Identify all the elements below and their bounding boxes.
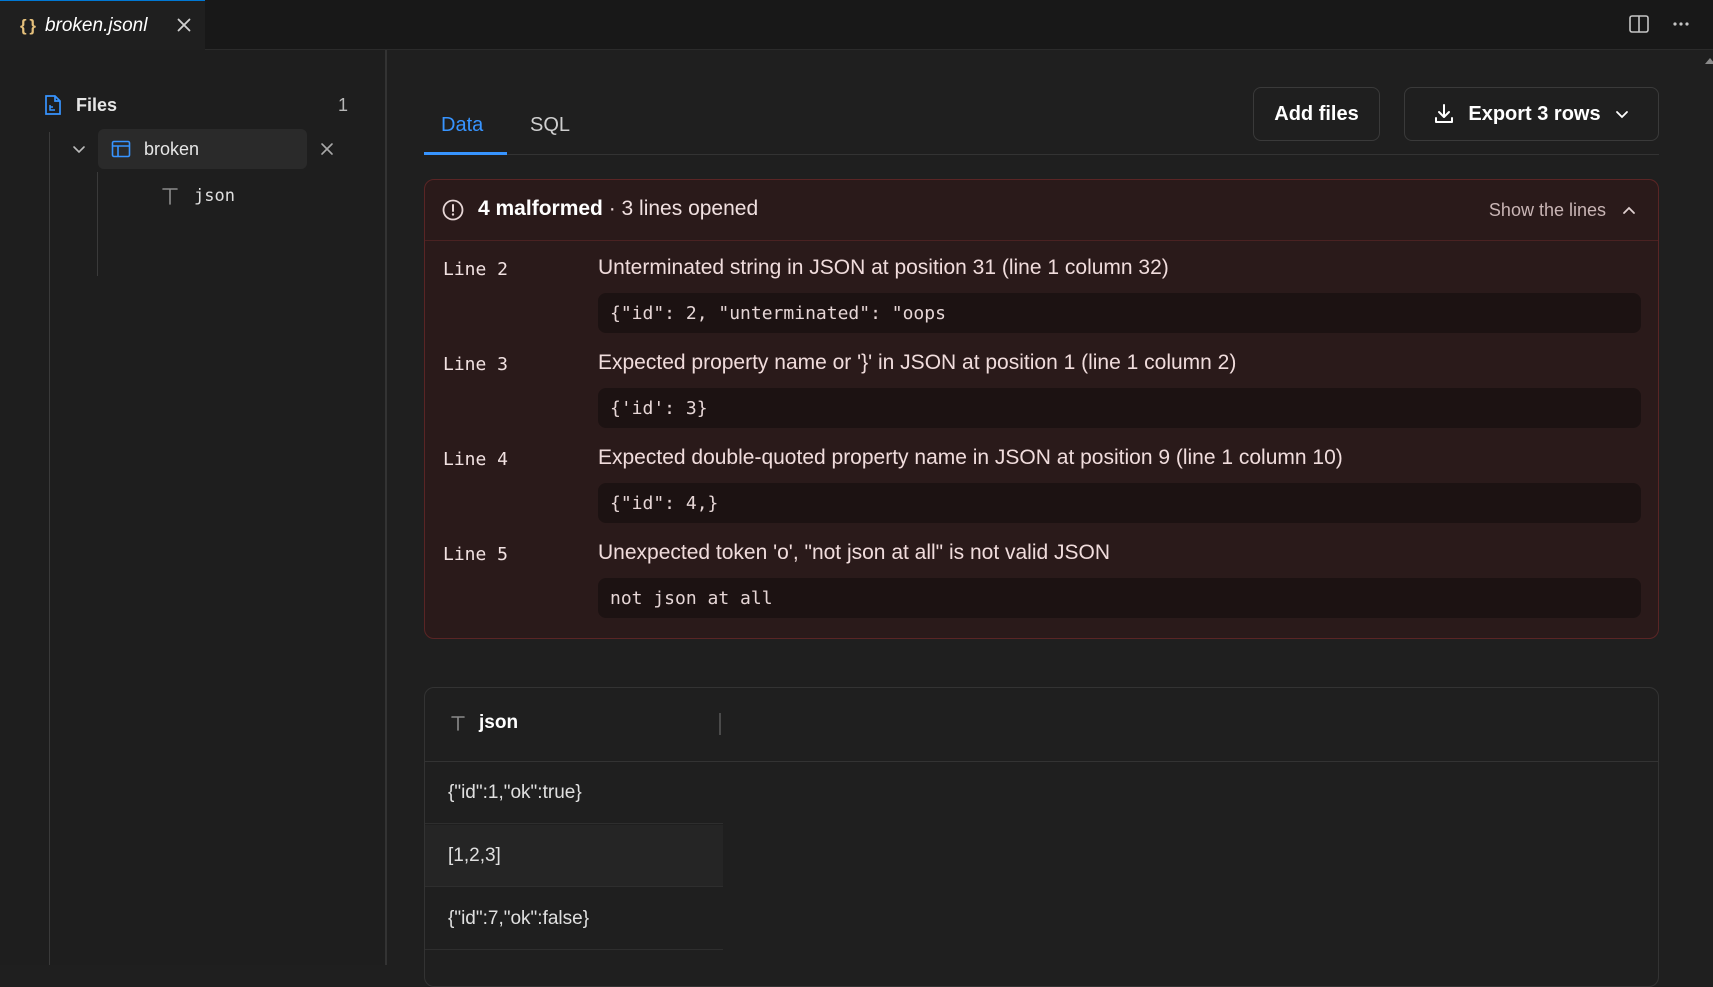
malformed-lines-panel: 4 malformed · 3 lines opened Show the li… <box>424 179 1659 639</box>
scroll-up-arrow[interactable] <box>1705 58 1713 64</box>
table-item-broken[interactable]: broken <box>66 129 346 169</box>
grid-header: json <box>425 688 1658 762</box>
column-name: json <box>194 186 235 206</box>
error-message: Expected property name or '}' in JSON at… <box>598 351 1237 374</box>
malformed-line-item: Line 5 Unexpected token 'o', "not json a… <box>425 541 1658 639</box>
editor-tab-title: broken.jsonl <box>44 14 148 36</box>
download-icon <box>1435 104 1454 123</box>
table-icon <box>111 140 131 158</box>
error-message: Expected double-quoted property name in … <box>598 446 1343 469</box>
tab-sql[interactable]: SQL <box>530 114 570 154</box>
error-message: Unterminated string in JSON at position … <box>598 256 1169 279</box>
chevron-down-icon[interactable] <box>70 140 88 158</box>
data-grid: json {"id":1,"ok":true} [1,2,3] {"id":7,… <box>424 687 1659 987</box>
editor-tab-broken-jsonl[interactable]: { } broken.jsonl <box>0 0 205 50</box>
column-header-label: json <box>479 712 519 733</box>
raw-line-code: {"id": 4,} <box>598 483 1641 523</box>
split-editor-icon[interactable] <box>1627 12 1651 36</box>
close-icon[interactable] <box>316 138 338 160</box>
malformed-line-item: Line 3 Expected property name or '}' in … <box>425 351 1658 449</box>
malformed-summary-header: 4 malformed · 3 lines opened Show the li… <box>425 180 1658 241</box>
export-button[interactable]: Export 3 rows <box>1404 87 1659 141</box>
chevron-down-icon <box>1615 111 1628 119</box>
malformed-summary: 4 malformed · 3 lines opened <box>478 197 758 221</box>
line-number: Line 5 <box>443 544 509 565</box>
column-item-json[interactable]: json <box>160 185 235 207</box>
main-panel: Data SQL Add files Export 3 rows 4 malfo… <box>387 50 1713 987</box>
line-number: Line 4 <box>443 449 509 470</box>
line-number: Line 3 <box>443 354 509 375</box>
tree-indent-guide <box>97 172 98 276</box>
table-item-pill[interactable]: broken <box>98 129 307 169</box>
file-explorer-sidebar: Files 1 broken json <box>0 50 387 965</box>
malformed-count: 4 malformed <box>478 197 603 220</box>
show-lines-label: Show the lines <box>1488 200 1606 220</box>
text-type-icon <box>162 188 178 205</box>
malformed-detail: · 3 lines opened <box>602 197 759 220</box>
text-type-icon <box>451 716 465 731</box>
malformed-line-item: Line 2 Unterminated string in JSON at po… <box>425 256 1658 354</box>
table-row[interactable]: {"id":1,"ok":true} <box>425 762 723 824</box>
json-file-icon: { } <box>20 15 36 35</box>
table-row[interactable]: {"id":7,"ok":false} <box>425 888 723 950</box>
chevron-up-icon <box>1623 206 1635 214</box>
line-number: Line 2 <box>443 259 509 280</box>
column-resize-handle[interactable] <box>719 713 721 735</box>
files-label: Files <box>76 94 118 115</box>
files-header[interactable]: Files 1 <box>42 92 348 118</box>
tab-data[interactable]: Data <box>441 114 483 154</box>
error-message: Unexpected token 'o', "not json at all" … <box>598 541 1111 564</box>
show-lines-toggle[interactable]: Show the lines <box>1489 200 1638 221</box>
raw-line-code: {"id": 2, "unterminated": "oops <box>598 293 1641 333</box>
more-actions-icon[interactable] <box>1669 12 1693 36</box>
files-count: 1 <box>337 94 348 115</box>
column-header-json[interactable]: json <box>449 712 518 734</box>
table-name: broken <box>144 138 200 159</box>
add-files-label: Add files <box>1274 102 1359 125</box>
tree-indent-guide <box>49 132 50 965</box>
raw-line-code: not json at all <box>598 578 1641 618</box>
table-row[interactable]: [1,2,3] <box>425 825 723 887</box>
tabs-divider <box>424 154 1659 155</box>
active-tab-indicator <box>424 152 507 155</box>
editor-actions <box>1627 12 1693 36</box>
alert-circle-icon <box>442 199 464 221</box>
raw-line-code: {'id': 3} <box>598 388 1641 428</box>
editor-tab-strip: { } broken.jsonl <box>0 0 1713 50</box>
export-label: Export 3 rows <box>1468 102 1601 125</box>
files-icon <box>45 95 61 115</box>
malformed-line-item: Line 4 Expected double-quoted property n… <box>425 446 1658 544</box>
add-files-button[interactable]: Add files <box>1253 87 1380 141</box>
close-icon[interactable] <box>173 14 195 36</box>
